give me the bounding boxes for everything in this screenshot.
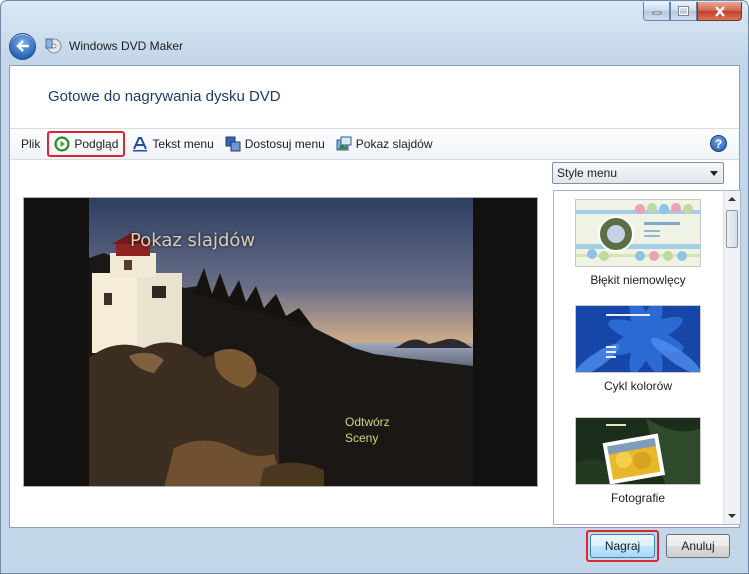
menu-play-link[interactable]: Odtwórz	[345, 415, 390, 429]
menu-scenes-link[interactable]: Sceny	[345, 431, 378, 445]
file-menu-label: Plik	[21, 137, 41, 151]
cancel-button[interactable]: Anuluj	[666, 534, 730, 558]
menu-style-dropdown[interactable]: Style menu	[552, 162, 724, 184]
slideshow-icon	[336, 136, 352, 151]
app-title: Windows DVD Maker	[69, 39, 184, 53]
dvd-maker-app-icon	[45, 38, 62, 54]
scrollbar-thumb[interactable]	[726, 210, 738, 248]
page-heading: Gotowe do nagrywania dysku DVD	[48, 88, 281, 105]
heading-band: Gotowe do nagrywania dysku DVD	[10, 66, 739, 128]
customize-menu-icon	[225, 136, 241, 152]
menu-text-button[interactable]: Tekst menu	[128, 131, 217, 157]
navigation-row: Windows DVD Maker	[9, 31, 183, 61]
style-item-label: Fotografie	[610, 491, 666, 505]
menu-title-text: Pokaz slajdów	[130, 230, 256, 251]
preview-label: Podgląd	[74, 137, 119, 151]
file-menu[interactable]: Plik	[17, 131, 44, 157]
scroll-up-icon[interactable]	[728, 197, 736, 201]
preview-background-image	[24, 198, 537, 486]
help-icon[interactable]: ?	[710, 135, 727, 152]
play-icon	[54, 136, 70, 152]
style-item-photographs[interactable]: Fotografie	[574, 417, 702, 505]
menu-text-label: Tekst menu	[152, 137, 214, 151]
baby-blue-thumbnail-image	[576, 200, 700, 266]
maximize-button[interactable]	[670, 2, 697, 21]
style-thumbnail	[575, 305, 701, 373]
dvd-maker-window: Windows DVD Maker Gotowe do nagrywania d…	[0, 0, 749, 574]
menu-style-dropdown-value: Style menu	[557, 166, 618, 180]
style-item-color-cycle[interactable]: Cykl kolorów	[574, 305, 702, 393]
caption-buttons	[643, 2, 742, 21]
back-button[interactable]	[9, 32, 36, 60]
style-item-baby-blue[interactable]: Błękit niemowlęcy	[574, 199, 702, 287]
preview-button[interactable]: Podgląd	[47, 131, 126, 157]
main-panel: Gotowe do nagrywania dysku DVD Plik Podg…	[9, 65, 741, 528]
close-icon	[714, 5, 725, 17]
minimize-icon	[652, 11, 661, 15]
minimize-button[interactable]	[643, 2, 670, 21]
color-cycle-thumbnail-image	[576, 306, 700, 372]
customize-menu-label: Dostosuj menu	[244, 137, 325, 151]
photographs-thumbnail-image	[576, 418, 700, 484]
toolbar: Plik Podgląd Tekst menu Dostosuj menu Po…	[10, 128, 739, 160]
burn-button[interactable]: Nagraj	[590, 534, 655, 558]
scroll-down-icon[interactable]	[728, 514, 736, 518]
maximize-icon	[678, 6, 689, 16]
menu-preview: Pokaz slajdów Odtwórz Sceny	[23, 197, 538, 487]
style-list-scrollbar[interactable]	[723, 191, 740, 524]
close-button[interactable]	[697, 2, 742, 21]
style-thumbnail	[575, 199, 701, 267]
style-item-label: Błękit niemowlęcy	[590, 273, 686, 287]
style-thumbnail	[575, 417, 701, 485]
back-arrow-icon	[15, 40, 29, 52]
slideshow-label: Pokaz slajdów	[355, 137, 433, 151]
text-a-icon	[133, 137, 148, 152]
menu-style-list: Błękit niemowlęcy Cykl kolorów Fotografi…	[553, 190, 741, 525]
customize-menu-button[interactable]: Dostosuj menu	[221, 131, 329, 157]
chevron-down-icon	[710, 171, 718, 176]
style-item-label: Cykl kolorów	[603, 379, 672, 393]
slideshow-button[interactable]: Pokaz slajdów	[332, 131, 437, 157]
